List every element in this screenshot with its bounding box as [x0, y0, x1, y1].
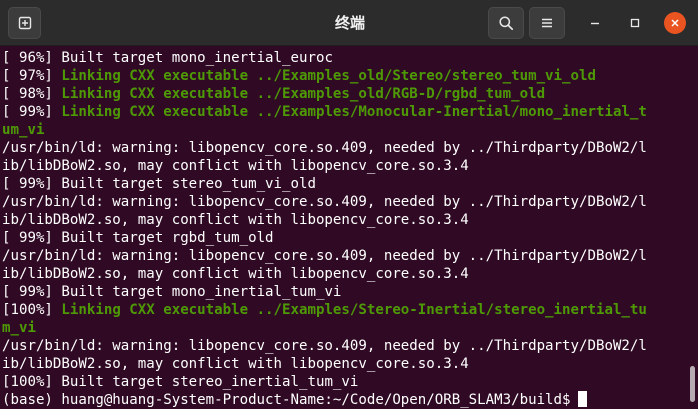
close-button[interactable] [664, 12, 686, 34]
progress-prefix: [100%] [2, 302, 62, 318]
progress-prefix: [ 99%] [2, 176, 62, 192]
new-tab-button[interactable] [8, 7, 41, 39]
progress-prefix: [ 99%] [2, 104, 62, 120]
terminal-line: ib/libDBoW2.so, may conflict with libope… [2, 211, 698, 229]
output-text: Built target stereo_inertial_tum_vi [61, 374, 359, 390]
new-tab-icon [18, 16, 31, 30]
shell-prompt-line[interactable]: (base) huang@huang-System-Product-Name:~… [2, 391, 698, 409]
progress-prefix: [ 99%] [2, 284, 62, 300]
linking-message: um_vi [2, 122, 45, 138]
text-cursor [577, 391, 587, 407]
terminal-line: [ 99%] Built target mono_inertial_tum_vi [2, 283, 698, 301]
terminal-output[interactable]: [ 96%] Built target mono_inertial_euroc[… [0, 47, 698, 409]
output-text: /usr/bin/ld: warning: libopencv_core.so.… [2, 194, 647, 210]
scrollbar-thumb[interactable] [690, 366, 695, 402]
linking-message: Linking CXX executable ../Examples/Stere… [61, 302, 647, 318]
maximize-icon [630, 18, 640, 28]
output-text: Built target stereo_tum_vi_old [61, 176, 316, 192]
minimize-button[interactable] [584, 12, 606, 34]
terminal-line: m_vi [2, 319, 698, 337]
shell-prompt: (base) huang@huang-System-Product-Name:~… [2, 392, 571, 408]
progress-prefix: [ 96%] [2, 50, 62, 66]
progress-prefix: [ 97%] [2, 68, 62, 84]
progress-prefix: [ 98%] [2, 86, 62, 102]
output-text: ib/libDBoW2.so, may conflict with libope… [2, 266, 469, 282]
terminal-line: [100%] Built target stereo_inertial_tum_… [2, 373, 698, 391]
terminal-line: /usr/bin/ld: warning: libopencv_core.so.… [2, 337, 698, 355]
terminal-line: /usr/bin/ld: warning: libopencv_core.so.… [2, 247, 698, 265]
output-text: /usr/bin/ld: warning: libopencv_core.so.… [2, 248, 647, 264]
search-button[interactable] [488, 7, 524, 39]
terminal-line: [ 97%] Linking CXX executable ../Example… [2, 67, 698, 85]
output-text: /usr/bin/ld: warning: libopencv_core.so.… [2, 140, 647, 156]
progress-prefix: [ 99%] [2, 230, 62, 246]
progress-prefix: [100%] [2, 374, 62, 390]
terminal-line: [ 99%] Linking CXX executable ../Example… [2, 103, 698, 121]
terminal-line: /usr/bin/ld: warning: libopencv_core.so.… [2, 139, 698, 157]
output-text: /usr/bin/ld: warning: libopencv_core.so.… [2, 338, 647, 354]
terminal-line: [ 96%] Built target mono_inertial_euroc [2, 49, 698, 67]
terminal-line: [ 98%] Linking CXX executable ../Example… [2, 85, 698, 103]
maximize-button[interactable] [624, 12, 646, 34]
terminal-window: 终端 [ 96%] Built target mono_inertial_eur… [0, 0, 698, 409]
linking-message: Linking CXX executable ../Examples_old/S… [61, 68, 596, 84]
terminal-line: ib/libDBoW2.so, may conflict with libope… [2, 157, 698, 175]
output-text: Built target rgbd_tum_old [61, 230, 274, 246]
terminal-line: [100%] Linking CXX executable ../Example… [2, 301, 698, 319]
title-bar: 终端 [0, 0, 698, 46]
search-icon [499, 16, 514, 31]
output-text: Built target mono_inertial_euroc [61, 50, 333, 66]
output-text: Built target mono_inertial_tum_vi [61, 284, 342, 300]
terminal-line: um_vi [2, 121, 698, 139]
close-icon [671, 19, 679, 27]
terminal-line: [ 99%] Built target rgbd_tum_old [2, 229, 698, 247]
terminal-line: ib/libDBoW2.so, may conflict with libope… [2, 355, 698, 373]
hamburger-menu-icon [542, 18, 552, 28]
linking-message: m_vi [2, 320, 36, 336]
terminal-line: /usr/bin/ld: warning: libopencv_core.so.… [2, 193, 698, 211]
output-text: ib/libDBoW2.so, may conflict with libope… [2, 356, 469, 372]
output-text: ib/libDBoW2.so, may conflict with libope… [2, 212, 469, 228]
linking-message: Linking CXX executable ../Examples_old/R… [61, 86, 546, 102]
output-text: ib/libDBoW2.so, may conflict with libope… [2, 158, 469, 174]
terminal-line: [ 99%] Built target stereo_tum_vi_old [2, 175, 698, 193]
linking-message: Linking CXX executable ../Examples/Monoc… [61, 104, 647, 120]
menu-button[interactable] [529, 7, 565, 39]
window-title: 终端 [334, 14, 365, 32]
terminal-line: ib/libDBoW2.so, may conflict with libope… [2, 265, 698, 283]
minimize-icon [591, 22, 599, 25]
